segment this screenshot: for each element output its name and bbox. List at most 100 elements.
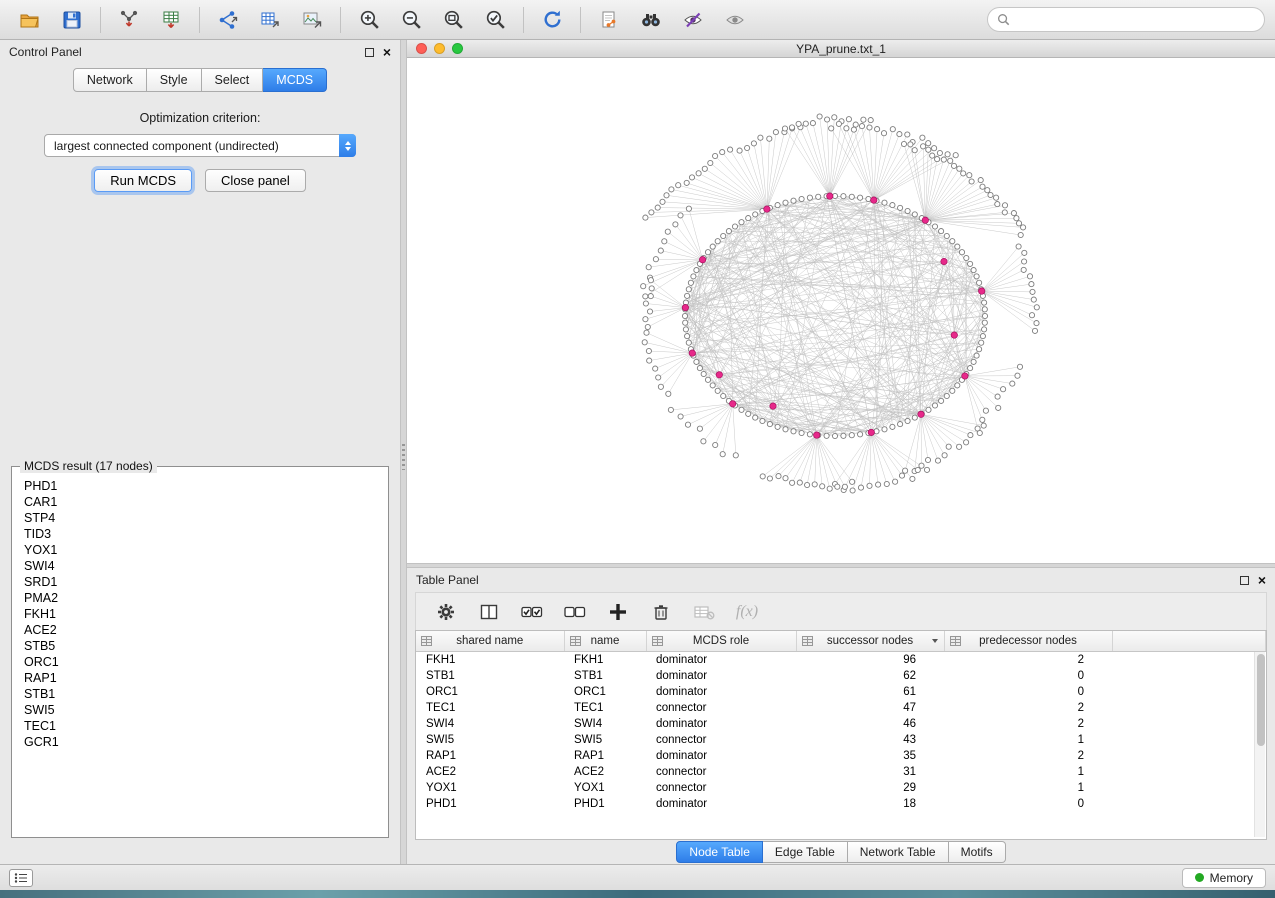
close-table-panel-button[interactable]: × bbox=[1258, 573, 1266, 587]
column-header-MCDS-role[interactable]: MCDS role bbox=[646, 631, 796, 651]
column-header-shared-name[interactable]: shared name bbox=[416, 631, 564, 651]
table-settings-button[interactable] bbox=[434, 600, 458, 624]
mcds-result-list[interactable]: PHD1CAR1STP4TID3YOX1SWI4SRD1PMA2FKH1ACE2… bbox=[13, 478, 387, 836]
mcds-result-item[interactable]: PMA2 bbox=[24, 590, 387, 606]
search-input[interactable] bbox=[1016, 13, 1255, 27]
table-row[interactable]: YOX1YOX1connector291 bbox=[416, 780, 1266, 796]
network-window-titlebar[interactable]: YPA_prune.txt_1 bbox=[407, 40, 1275, 58]
network-canvas[interactable] bbox=[407, 58, 1275, 563]
import-table-button[interactable] bbox=[151, 5, 191, 35]
control-panel-header: Control Panel × bbox=[0, 40, 400, 64]
column-header-predecessor-nodes[interactable]: predecessor nodes bbox=[944, 631, 1112, 651]
mcds-result-item[interactable]: GCR1 bbox=[24, 734, 387, 750]
table-tab-node-table[interactable]: Node Table bbox=[676, 841, 763, 863]
minimize-window-icon[interactable] bbox=[434, 43, 445, 54]
table-row[interactable]: TEC1TEC1connector472 bbox=[416, 700, 1266, 716]
zoom-selected-button[interactable] bbox=[475, 5, 515, 35]
save-button[interactable] bbox=[52, 5, 92, 35]
cell-shared_name: STB1 bbox=[416, 668, 564, 684]
mcds-result-item[interactable]: SWI4 bbox=[24, 558, 387, 574]
table-tab-network-table[interactable]: Network Table bbox=[848, 841, 949, 863]
cell-filler bbox=[1112, 764, 1266, 780]
export-table-button[interactable] bbox=[250, 5, 290, 35]
export-network-button[interactable] bbox=[208, 5, 248, 35]
cell-successors: 43 bbox=[796, 732, 944, 748]
table-tab-edge-table[interactable]: Edge Table bbox=[763, 841, 848, 863]
column-sort-chevron-icon[interactable] bbox=[932, 639, 938, 643]
global-search-box[interactable] bbox=[987, 7, 1265, 32]
control-panel-title: Control Panel bbox=[9, 45, 82, 59]
table-tab-motifs[interactable]: Motifs bbox=[949, 841, 1006, 863]
mcds-result-item[interactable]: FKH1 bbox=[24, 606, 387, 622]
open-folder-button[interactable] bbox=[10, 5, 50, 35]
deselect-all-columns-button[interactable] bbox=[563, 600, 587, 624]
mcds-result-item[interactable]: STP4 bbox=[24, 510, 387, 526]
close-panel-button[interactable]: × bbox=[383, 45, 391, 59]
maximize-window-icon[interactable] bbox=[452, 43, 463, 54]
cell-filler bbox=[1112, 668, 1266, 684]
zoom-fit-button[interactable] bbox=[433, 5, 473, 35]
close-window-icon[interactable] bbox=[416, 43, 427, 54]
zoom-out-button[interactable] bbox=[391, 5, 431, 35]
table-row[interactable]: FKH1FKH1dominator962 bbox=[416, 651, 1266, 668]
table-row[interactable]: SWI5SWI5connector431 bbox=[416, 732, 1266, 748]
search-network-button[interactable] bbox=[631, 5, 671, 35]
table-row[interactable]: STB1STB1dominator620 bbox=[416, 668, 1266, 684]
table-scrollbar[interactable] bbox=[1254, 652, 1265, 837]
table-panel-header: Table Panel × bbox=[407, 568, 1275, 592]
table-row[interactable]: ORC1ORC1dominator610 bbox=[416, 684, 1266, 700]
show-all-button[interactable] bbox=[715, 5, 755, 35]
network-canvas-svg[interactable] bbox=[407, 58, 1275, 563]
toolbar-separator bbox=[100, 7, 101, 33]
tab-mcds[interactable]: MCDS bbox=[263, 68, 327, 92]
mcds-result-item[interactable]: TEC1 bbox=[24, 718, 387, 734]
mcds-result-item[interactable]: TID3 bbox=[24, 526, 387, 542]
tab-select[interactable]: Select bbox=[202, 68, 264, 92]
float-panel-button[interactable] bbox=[365, 48, 374, 57]
close-panel-button-mcds[interactable]: Close panel bbox=[205, 169, 306, 192]
mcds-result-item[interactable]: STB5 bbox=[24, 638, 387, 654]
import-network-button[interactable] bbox=[109, 5, 149, 35]
delete-entry-button[interactable] bbox=[649, 600, 673, 624]
float-table-panel-button[interactable] bbox=[1240, 576, 1249, 585]
add-entry-button[interactable] bbox=[606, 600, 630, 624]
cell-shared_name: FKH1 bbox=[416, 651, 564, 668]
hide-selected-button[interactable] bbox=[673, 5, 713, 35]
mcds-result-item[interactable]: STB1 bbox=[24, 686, 387, 702]
mcds-result-item[interactable]: PHD1 bbox=[24, 478, 387, 494]
memory-button[interactable]: Memory bbox=[1182, 868, 1266, 888]
refresh-button[interactable] bbox=[532, 5, 572, 35]
mcds-result-item[interactable]: SRD1 bbox=[24, 574, 387, 590]
run-mcds-button[interactable]: Run MCDS bbox=[94, 169, 192, 192]
table-scrollbar-thumb[interactable] bbox=[1257, 654, 1265, 746]
show-columns-button[interactable] bbox=[477, 600, 501, 624]
mcds-result-item[interactable]: RAP1 bbox=[24, 670, 387, 686]
mcds-result-item[interactable]: SWI5 bbox=[24, 702, 387, 718]
vertical-splitter[interactable] bbox=[400, 40, 407, 864]
table-row[interactable]: ACE2ACE2connector311 bbox=[416, 764, 1266, 780]
mcds-buttons-row: Run MCDS Close panel bbox=[0, 169, 400, 192]
column-header-name[interactable]: name bbox=[564, 631, 646, 651]
mcds-result-item[interactable]: ACE2 bbox=[24, 622, 387, 638]
table-row[interactable]: PHD1PHD1dominator180 bbox=[416, 796, 1266, 812]
cell-predecessors: 1 bbox=[944, 780, 1112, 796]
dropdown-stepper-icon bbox=[339, 134, 356, 157]
zoom-in-button[interactable] bbox=[349, 5, 389, 35]
function-label: f(x) bbox=[736, 603, 758, 621]
mcds-result-item[interactable]: YOX1 bbox=[24, 542, 387, 558]
task-history-button[interactable] bbox=[9, 869, 33, 887]
export-image-button[interactable] bbox=[292, 5, 332, 35]
select-all-columns-button[interactable] bbox=[520, 600, 544, 624]
mcds-result-item[interactable]: CAR1 bbox=[24, 494, 387, 510]
table-row[interactable]: SWI4SWI4dominator462 bbox=[416, 716, 1266, 732]
table-row[interactable]: RAP1RAP1dominator352 bbox=[416, 748, 1266, 764]
export-network-icon bbox=[217, 9, 239, 31]
tab-network[interactable]: Network bbox=[73, 68, 147, 92]
criterion-dropdown[interactable]: largest connected component (undirected) bbox=[44, 134, 356, 157]
tab-style[interactable]: Style bbox=[147, 68, 202, 92]
copy-document-button[interactable] bbox=[589, 5, 629, 35]
column-header-successor-nodes[interactable]: successor nodes bbox=[796, 631, 944, 651]
optimization-criterion-label: Optimization criterion: bbox=[0, 111, 400, 125]
cell-shared_name: PHD1 bbox=[416, 796, 564, 812]
mcds-result-item[interactable]: ORC1 bbox=[24, 654, 387, 670]
